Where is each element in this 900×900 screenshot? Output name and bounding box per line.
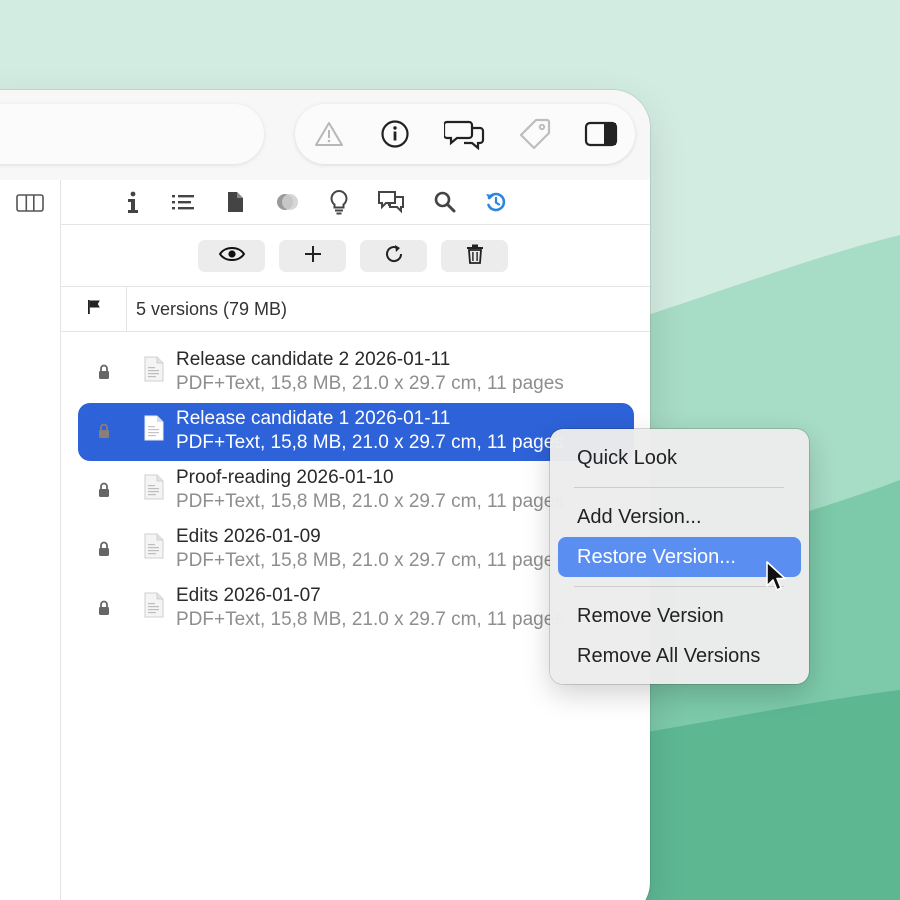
pdf-document-icon bbox=[144, 356, 164, 387]
pdf-document-icon bbox=[144, 592, 164, 623]
lock-icon bbox=[98, 482, 110, 503]
warning-icon[interactable] bbox=[305, 114, 353, 154]
search-icon[interactable] bbox=[431, 188, 459, 216]
mouse-pointer-icon bbox=[766, 561, 786, 591]
columns-view-icon[interactable] bbox=[16, 194, 44, 217]
version-meta: PDF+Text, 15,8 MB, 21.0 x 29.7 cm, 11 pa… bbox=[176, 550, 564, 571]
quick-look-button[interactable] bbox=[198, 240, 265, 272]
pdf-document-icon bbox=[144, 474, 164, 505]
versions-summary: 5 versions (79 MB) bbox=[136, 299, 288, 319]
plus-icon bbox=[304, 245, 322, 268]
list-icon[interactable] bbox=[169, 188, 197, 216]
circles-icon[interactable] bbox=[273, 188, 301, 216]
versions-header: 5 versions (79 MB) bbox=[61, 287, 650, 332]
menu-item-remove-version[interactable]: Remove Version bbox=[558, 596, 801, 636]
version-meta: PDF+Text, 15,8 MB, 21.0 x 29.7 cm, 11 pa… bbox=[176, 491, 564, 512]
menu-item-quick-look[interactable]: Quick Look bbox=[558, 438, 801, 478]
menu-separator bbox=[574, 487, 784, 488]
trash-icon bbox=[466, 244, 484, 269]
versions-refresh-icon[interactable] bbox=[482, 188, 510, 216]
titlebar bbox=[0, 90, 650, 180]
tag-icon[interactable] bbox=[511, 114, 559, 154]
lightbulb-icon[interactable] bbox=[325, 188, 353, 216]
search-field[interactable] bbox=[0, 104, 264, 164]
version-meta: PDF+Text, 15,8 MB, 21.0 x 29.7 cm, 11 pa… bbox=[176, 373, 564, 394]
restore-version-button[interactable] bbox=[360, 240, 427, 272]
toolbar-group bbox=[295, 104, 635, 164]
navigation-column bbox=[0, 180, 61, 900]
document-icon[interactable] bbox=[221, 188, 249, 216]
sidebar-icon[interactable] bbox=[577, 114, 625, 154]
info-icon[interactable] bbox=[119, 188, 147, 216]
version-meta: PDF+Text, 15,8 MB, 21.0 x 29.7 cm, 11 pa… bbox=[176, 432, 564, 453]
flag-icon bbox=[87, 299, 101, 320]
inspector-tab-bar bbox=[61, 180, 650, 225]
eye-icon bbox=[218, 246, 245, 267]
version-meta: PDF+Text, 15,8 MB, 21.0 x 29.7 cm, 11 pa… bbox=[176, 609, 564, 630]
context-menu: Quick Look Add Version... Restore Versio… bbox=[550, 429, 809, 684]
add-version-button[interactable] bbox=[279, 240, 346, 272]
menu-item-add-version[interactable]: Add Version... bbox=[558, 497, 801, 537]
lock-icon bbox=[98, 600, 110, 621]
info-icon[interactable] bbox=[371, 114, 419, 154]
version-title: Release candidate 2 2026-01-11 bbox=[176, 349, 451, 370]
version-title: Edits 2026-01-09 bbox=[176, 526, 321, 547]
pdf-document-icon bbox=[144, 533, 164, 564]
version-title: Release candidate 1 2026-01-11 bbox=[176, 408, 451, 429]
chat-icon[interactable] bbox=[377, 188, 405, 216]
version-title: Proof-reading 2026-01-10 bbox=[176, 467, 394, 488]
version-title: Edits 2026-01-07 bbox=[176, 585, 321, 606]
menu-separator bbox=[574, 586, 784, 587]
menu-item-remove-all-versions[interactable]: Remove All Versions bbox=[558, 636, 801, 676]
delete-version-button[interactable] bbox=[441, 240, 508, 272]
lock-icon bbox=[98, 541, 110, 562]
version-actions-bar bbox=[61, 225, 650, 287]
pdf-document-icon bbox=[144, 415, 164, 446]
flag-column-header[interactable] bbox=[61, 287, 127, 332]
lock-icon bbox=[98, 364, 110, 385]
comments-icon[interactable] bbox=[441, 114, 489, 154]
refresh-icon bbox=[383, 243, 405, 270]
lock-icon bbox=[98, 423, 110, 444]
version-row[interactable]: Release candidate 2 2026-01-11 PDF+Text,… bbox=[78, 344, 634, 402]
